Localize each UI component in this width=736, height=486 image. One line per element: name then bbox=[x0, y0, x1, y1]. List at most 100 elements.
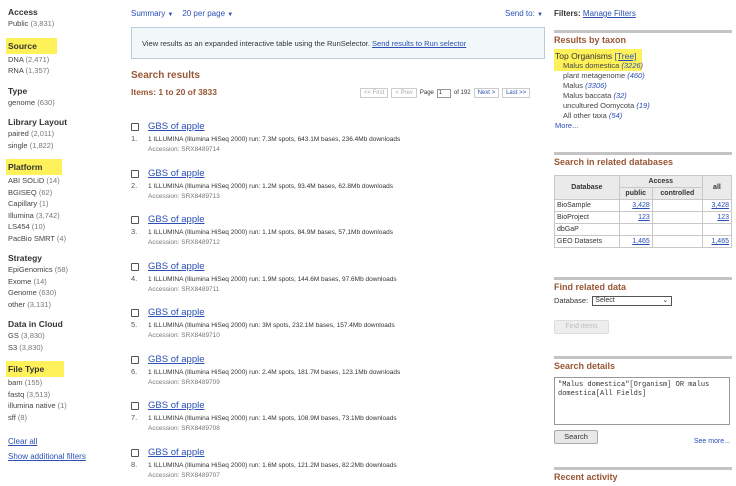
result-checkbox[interactable] bbox=[131, 309, 139, 317]
see-more-link[interactable]: See more... bbox=[694, 438, 730, 445]
related-db-all[interactable]: 123 bbox=[701, 211, 733, 224]
clear-all-link[interactable]: Clear all bbox=[8, 437, 118, 446]
page-of-label: of 192 bbox=[453, 90, 471, 96]
page-number-input[interactable] bbox=[436, 88, 451, 98]
filter-item[interactable]: PacBio SMRT (4) bbox=[8, 233, 118, 245]
per-page-dropdown[interactable]: 20 per page ▼ bbox=[182, 9, 233, 18]
result-checkbox[interactable] bbox=[131, 123, 139, 131]
filter-item-label: sff bbox=[8, 412, 16, 422]
next-page-button[interactable]: Next > bbox=[473, 88, 500, 98]
filter-group: Strategy EpiGenomics (58) Exome (14) Genome… bbox=[8, 252, 118, 310]
taxon-item[interactable]: plant metagenome (460) bbox=[554, 71, 732, 81]
filter-item[interactable]: paired (2,011) bbox=[8, 128, 118, 140]
summary-dropdown[interactable]: Summary ▼ bbox=[131, 9, 173, 18]
result-checkbox[interactable] bbox=[131, 355, 139, 364]
result-title-link[interactable]: GBS of apple bbox=[148, 307, 205, 318]
database-select[interactable]: Select ⌄ bbox=[592, 296, 673, 307]
result-checkbox[interactable] bbox=[131, 216, 139, 224]
filter-item[interactable]: Capillary (1) bbox=[8, 198, 118, 210]
filter-item[interactable]: S3 (3,830) bbox=[8, 342, 118, 354]
send-to-dropdown[interactable]: Send to: ▼ bbox=[505, 9, 543, 18]
result-title-link[interactable]: GBS of apple bbox=[148, 214, 205, 225]
last-page-button[interactable]: Last >> bbox=[502, 88, 531, 98]
filter-item-count: (630) bbox=[37, 97, 55, 107]
taxon-item[interactable]: Malus domestica (3226) bbox=[554, 61, 732, 71]
first-page-button[interactable]: << First bbox=[360, 88, 389, 98]
filter-item[interactable]: other (3,131) bbox=[8, 299, 118, 311]
filter-item[interactable]: EpiGenomics (58) bbox=[8, 264, 118, 276]
pager: << First < Prev Page of 192 Next > Last … bbox=[360, 88, 531, 98]
taxon-name: uncultured Oomycota bbox=[563, 101, 635, 110]
result-checkbox[interactable] bbox=[131, 262, 139, 271]
filter-item-count: (10) bbox=[31, 222, 46, 231]
filter-item[interactable]: ABI SOLiD (14) bbox=[8, 175, 118, 187]
search-details-heading: Search details bbox=[554, 361, 616, 371]
send-to-run-selector-link[interactable]: Send results to Run selector bbox=[372, 39, 466, 48]
filter-item[interactable]: single (1,822) bbox=[8, 140, 118, 152]
manage-filters-link[interactable]: Manage Filters bbox=[583, 9, 636, 18]
taxon-name: plant metagenome bbox=[563, 71, 626, 80]
filter-item[interactable]: illumina native (1) bbox=[8, 400, 118, 412]
taxon-count: (3306) bbox=[585, 81, 607, 90]
filter-item-count: (155) bbox=[24, 378, 43, 387]
filter-item-count: (1,357) bbox=[25, 66, 50, 75]
filter-group: Data in Cloud GS (3,830) S3 (3,830) bbox=[8, 318, 118, 353]
related-db-public[interactable]: 3,428 bbox=[618, 199, 653, 212]
taxon-count: (32) bbox=[613, 91, 627, 100]
result-title-link[interactable]: GBS of apple bbox=[148, 261, 205, 272]
result-checkbox[interactable] bbox=[131, 169, 139, 178]
search-button[interactable]: Search bbox=[554, 430, 598, 444]
filter-item[interactable]: Genome (630) bbox=[8, 287, 118, 299]
filter-item-label: PacBio SMRT bbox=[8, 233, 55, 243]
taxon-item[interactable]: Malus baccata (32) bbox=[554, 91, 732, 101]
filter-item[interactable]: GS (3,830) bbox=[8, 330, 118, 342]
taxon-item[interactable]: uncultured Oomycota (19) bbox=[554, 101, 732, 111]
taxon-item[interactable]: All other taxa (54) bbox=[554, 111, 732, 121]
taxon-count: (3226) bbox=[621, 61, 644, 70]
result-row: 1. GBS of apple 1 ILLUMINA (Illumina HiSeq… bbox=[131, 121, 551, 169]
filter-item-label: Exome bbox=[8, 276, 32, 286]
filter-item-count: (3,830) bbox=[19, 342, 44, 352]
result-title-link[interactable]: GBS of apple bbox=[148, 447, 205, 458]
result-title-link[interactable]: GBS of apple bbox=[148, 121, 205, 132]
find-related-data-panel: Find related data Database: Select ⌄ Fin… bbox=[554, 277, 732, 335]
filter-item[interactable]: Exome (14) bbox=[8, 276, 118, 288]
filter-item[interactable]: Public (3,831) bbox=[8, 18, 118, 30]
related-db-public[interactable]: 1,465 bbox=[618, 235, 653, 248]
chevron-down-icon: ⌄ bbox=[662, 297, 669, 305]
prev-page-button[interactable]: < Prev bbox=[391, 88, 417, 98]
filter-item[interactable]: bam (155) bbox=[8, 377, 118, 389]
filter-group: Library Layout paired (2,011) single (1,82… bbox=[8, 116, 118, 151]
filter-group-title: File Type bbox=[8, 364, 45, 374]
taxon-more-link[interactable]: More... bbox=[554, 121, 732, 130]
filter-item[interactable]: fastq (3,513) bbox=[8, 389, 118, 401]
related-db-all[interactable]: 1,465 bbox=[701, 235, 733, 248]
result-description: 1 ILLUMINA (Illumina HiSeq 2000) run: 1.… bbox=[148, 275, 397, 283]
taxon-item[interactable]: Malus (3306) bbox=[554, 81, 732, 91]
result-title-link[interactable]: GBS of apple bbox=[148, 354, 205, 365]
related-db-all bbox=[701, 223, 733, 236]
result-title-link[interactable]: GBS of apple bbox=[148, 168, 205, 179]
filter-item[interactable]: Illumina (3,742) bbox=[8, 210, 118, 222]
result-title-link[interactable]: GBS of apple bbox=[148, 400, 205, 411]
find-items-button[interactable]: Find items bbox=[554, 320, 609, 335]
result-checkbox[interactable] bbox=[131, 448, 139, 457]
tree-link[interactable]: [Tree] bbox=[615, 51, 637, 61]
taxon-name: Malus bbox=[563, 81, 584, 90]
result-accession: Accession: SRX8489713 bbox=[148, 192, 220, 200]
filter-item[interactable]: DNA (2,471) bbox=[8, 54, 118, 66]
results-toolbar: Summary ▼ 20 per page ▼ bbox=[131, 9, 541, 21]
filter-item[interactable]: genome (630) bbox=[8, 97, 118, 109]
filter-item[interactable]: RNA (1,357) bbox=[8, 65, 118, 77]
filter-item[interactable]: sff (8) bbox=[8, 412, 118, 424]
filter-item-label: single bbox=[8, 140, 28, 150]
search-details-textarea[interactable]: "Malus domestica"[Organism] OR malus dom… bbox=[554, 377, 730, 425]
filter-item-label: RNA bbox=[8, 66, 24, 75]
show-additional-filters-link[interactable]: Show additional filters bbox=[8, 452, 118, 461]
filter-item[interactable]: LS454 (10) bbox=[8, 221, 118, 233]
result-checkbox[interactable] bbox=[131, 402, 139, 410]
related-db-all[interactable]: 3,428 bbox=[701, 199, 733, 212]
related-db-public[interactable]: 123 bbox=[618, 211, 653, 224]
filter-item[interactable]: BGISEQ (62) bbox=[8, 187, 118, 199]
filter-group-title: Type bbox=[8, 85, 28, 96]
